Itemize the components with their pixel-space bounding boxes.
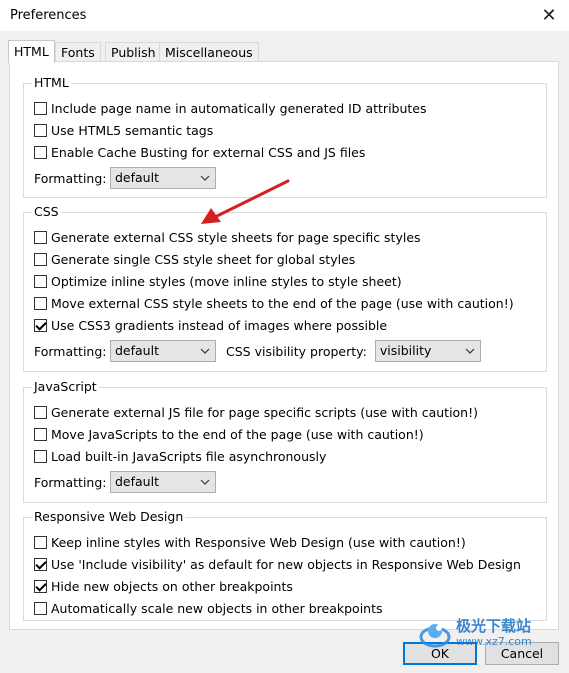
cancel-button[interactable]: Cancel xyxy=(485,642,559,665)
html-group-legend: HTML xyxy=(32,75,71,91)
checkbox[interactable] xyxy=(34,274,47,288)
select-value: default xyxy=(115,474,159,489)
checkbox[interactable] xyxy=(34,579,47,593)
html-option-page-name-ids[interactable]: Include page name in automatically gener… xyxy=(34,99,427,117)
checkbox[interactable] xyxy=(34,427,47,441)
option-label: Generate single CSS style sheet for glob… xyxy=(51,251,356,267)
option-label: Use CSS3 gradients instead of images whe… xyxy=(51,317,388,333)
option-label: Generate external CSS style sheets for p… xyxy=(51,229,421,245)
css-visibility-label: CSS visibility property: xyxy=(226,343,367,359)
html-group: HTML Include page name in automatically … xyxy=(23,75,547,198)
window-title: Preferences xyxy=(10,8,87,23)
js-formatting-row: Formatting: default xyxy=(34,471,216,493)
checkbox[interactable] xyxy=(34,535,47,549)
tab-panel-html: HTML Include page name in automatically … xyxy=(9,61,559,630)
checkbox[interactable] xyxy=(34,449,47,463)
css-visibility-select[interactable]: visibility xyxy=(374,340,481,362)
js-option-external-file[interactable]: Generate external JS file for page speci… xyxy=(34,403,478,421)
checkbox[interactable] xyxy=(34,318,47,332)
ok-button[interactable]: OK xyxy=(403,642,477,665)
html-formatting-row: Formatting: default xyxy=(34,167,216,189)
select-value: visibility xyxy=(379,343,432,358)
checkbox[interactable] xyxy=(34,405,47,419)
option-label: Move JavaScripts to the end of the page … xyxy=(51,426,424,442)
option-label: Keep inline styles with Responsive Web D… xyxy=(51,534,466,550)
formatting-label: Formatting: xyxy=(34,170,107,186)
checkbox[interactable] xyxy=(34,123,47,137)
css-group: CSS Generate external CSS style sheets f… xyxy=(23,204,547,372)
option-label: Move external CSS style sheets to the en… xyxy=(51,295,514,311)
chevron-down-icon xyxy=(200,473,210,498)
tab-miscellaneous[interactable]: Miscellaneous xyxy=(159,42,259,62)
option-label: Generate external JS file for page speci… xyxy=(51,404,478,420)
css-group-legend: CSS xyxy=(32,204,61,220)
responsive-web-design-group: Responsive Web Design Keep inline styles… xyxy=(23,509,547,621)
checkbox[interactable] xyxy=(34,601,47,615)
css-option-single-global-sheet[interactable]: Generate single CSS style sheet for glob… xyxy=(34,250,355,268)
javascript-group: JavaScript Generate external JS file for… xyxy=(23,379,547,503)
rwd-option-keep-inline-styles[interactable]: Keep inline styles with Responsive Web D… xyxy=(34,533,466,551)
tab-html[interactable]: HTML xyxy=(8,40,55,63)
js-option-move-to-end[interactable]: Move JavaScripts to the end of the page … xyxy=(34,425,424,443)
option-label: Hide new objects on other breakpoints xyxy=(51,578,293,594)
select-value: default xyxy=(115,343,159,358)
rwd-option-auto-scale[interactable]: Automatically scale new objects in other… xyxy=(34,599,383,617)
option-label: Include page name in automatically gener… xyxy=(51,100,427,116)
css-option-css3-gradients[interactable]: Use CSS3 gradients instead of images whe… xyxy=(34,316,387,334)
close-icon[interactable]: ✕ xyxy=(537,4,561,28)
tab-publish[interactable]: Publish xyxy=(105,42,162,62)
option-label: Automatically scale new objects in other… xyxy=(51,600,383,616)
checkbox[interactable] xyxy=(34,101,47,115)
checkbox[interactable] xyxy=(34,296,47,310)
js-option-load-async[interactable]: Load built-in JavaScripts file asynchron… xyxy=(34,447,326,465)
option-label: Enable Cache Busting for external CSS an… xyxy=(51,144,366,160)
css-formatting-select[interactable]: default xyxy=(110,340,216,362)
tab-fonts[interactable]: Fonts xyxy=(55,42,101,62)
html-formatting-select[interactable]: default xyxy=(110,167,216,189)
css-option-optimize-inline[interactable]: Optimize inline styles (move inline styl… xyxy=(34,272,402,290)
option-label: Optimize inline styles (move inline styl… xyxy=(51,273,402,289)
option-label: Use 'Include visibility' as default for … xyxy=(51,556,521,572)
css-formatting-row: Formatting: default CSS visibility prope… xyxy=(34,340,481,362)
chevron-down-icon xyxy=(200,342,210,367)
js-formatting-select[interactable]: default xyxy=(110,471,216,493)
checkbox[interactable] xyxy=(34,252,47,266)
title-bar: Preferences ✕ xyxy=(0,0,569,32)
select-value: default xyxy=(115,170,159,185)
rwd-group-legend: Responsive Web Design xyxy=(32,509,186,525)
checkbox[interactable] xyxy=(34,145,47,159)
rwd-option-include-visibility[interactable]: Use 'Include visibility' as default for … xyxy=(34,555,521,573)
checkbox[interactable] xyxy=(34,230,47,244)
formatting-label: Formatting: xyxy=(34,474,107,490)
option-label: Load built-in JavaScripts file asynchron… xyxy=(51,448,327,464)
css-option-move-to-end[interactable]: Move external CSS style sheets to the en… xyxy=(34,294,514,312)
formatting-label: Formatting: xyxy=(34,343,107,359)
option-label: Use HTML5 semantic tags xyxy=(51,122,214,138)
checkbox[interactable] xyxy=(34,557,47,571)
rwd-option-hide-new-objects[interactable]: Hide new objects on other breakpoints xyxy=(34,577,293,595)
html-option-html5-tags[interactable]: Use HTML5 semantic tags xyxy=(34,121,213,139)
javascript-group-legend: JavaScript xyxy=(32,379,99,395)
chevron-down-icon xyxy=(200,169,210,194)
chevron-down-icon xyxy=(465,342,475,367)
css-option-external-page-styles[interactable]: Generate external CSS style sheets for p… xyxy=(34,228,421,246)
html-option-cache-busting[interactable]: Enable Cache Busting for external CSS an… xyxy=(34,143,365,161)
